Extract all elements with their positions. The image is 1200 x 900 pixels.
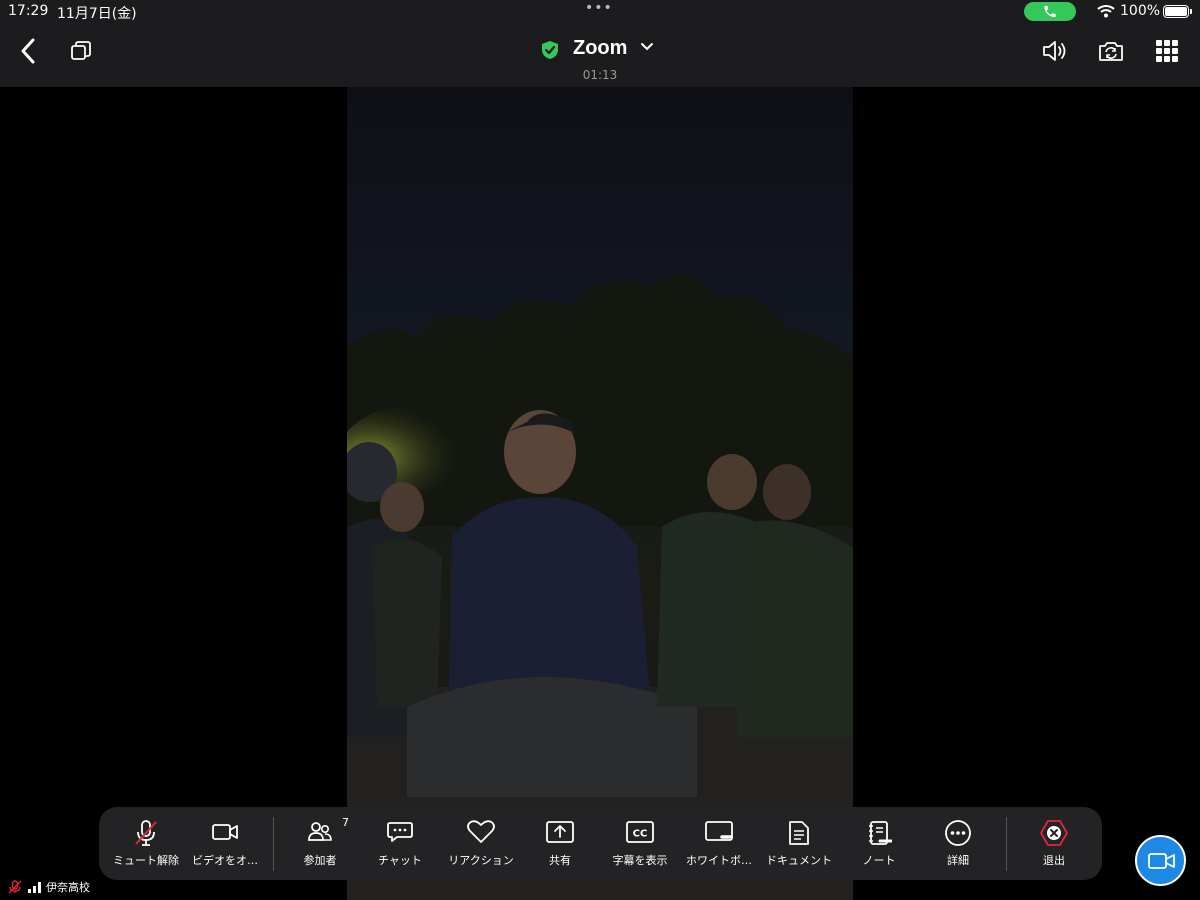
- chat-button[interactable]: チャット: [365, 807, 435, 880]
- start-video-button[interactable]: ビデオをオ…: [187, 807, 263, 880]
- battery-tip: [1190, 9, 1192, 14]
- meeting-controls: ミュート解除 ビデオをオ… 7 参加者 チャット リアクション 共有 CC 字幕…: [99, 807, 1102, 880]
- participants-label: 参加者: [303, 854, 337, 867]
- participant-video[interactable]: [347, 87, 853, 900]
- battery-percent: 100%: [1120, 3, 1161, 19]
- self-view-button[interactable]: [1135, 835, 1186, 886]
- whiteboard-label: ホワイトボ…: [686, 854, 752, 867]
- unmute-label: ミュート解除: [113, 854, 179, 867]
- whiteboard-button[interactable]: ホワイトボ…: [682, 807, 756, 880]
- wifi-icon: [1097, 5, 1115, 18]
- video-camera-icon: [1148, 853, 1175, 869]
- toolbar-divider: [1006, 817, 1007, 871]
- whiteboard-icon: [705, 821, 733, 841]
- chat-icon: [387, 822, 413, 842]
- battery-icon: [1163, 5, 1189, 18]
- documents-label: ドキュメント: [766, 854, 832, 867]
- share-label: 共有: [549, 854, 571, 867]
- more-button[interactable]: 詳細: [923, 807, 993, 880]
- svg-text:CC: CC: [633, 829, 648, 840]
- participants-count-badge: 7: [342, 816, 349, 829]
- speaker-icon[interactable]: [1042, 39, 1068, 63]
- share-icon: [546, 821, 574, 843]
- mic-muted-icon: [8, 880, 22, 894]
- signal-strength-icon: [28, 882, 41, 893]
- multitask-dots[interactable]: •••: [585, 0, 613, 16]
- more-label: 詳細: [947, 854, 969, 867]
- status-time: 17:29: [8, 3, 49, 19]
- phone-icon: [1044, 5, 1056, 18]
- meeting-title: Zoom: [573, 37, 628, 59]
- notes-label: ノート: [862, 854, 896, 867]
- shield-check-icon: [542, 41, 558, 59]
- toolbar-divider: [273, 817, 274, 871]
- participant-name: 伊奈高校: [46, 881, 90, 894]
- document-icon: [789, 821, 809, 845]
- copy-window-icon[interactable]: [70, 40, 92, 62]
- documents-button[interactable]: ドキュメント: [761, 807, 837, 880]
- notes-icon: [869, 821, 892, 845]
- leave-label: 退出: [1043, 854, 1065, 867]
- start-video-label: ビデオをオ…: [192, 854, 258, 867]
- captions-button[interactable]: CC 字幕を表示: [604, 807, 676, 880]
- meeting-timer: 01:13: [582, 68, 618, 82]
- meeting-title-menu[interactable]: Zoom: [540, 34, 660, 64]
- captions-label: 字幕を表示: [612, 854, 668, 867]
- status-date: 11月7日(金): [57, 6, 137, 22]
- leave-icon: [1040, 820, 1068, 846]
- participants-button[interactable]: 7 参加者: [285, 807, 355, 880]
- camera-switch-icon[interactable]: [1097, 39, 1125, 63]
- unmute-button[interactable]: ミュート解除: [107, 807, 185, 880]
- mic-muted-icon: [135, 820, 157, 846]
- more-icon: [945, 820, 971, 846]
- chat-label: チャット: [378, 854, 422, 867]
- video-stage[interactable]: [0, 87, 1200, 900]
- video-scene-image: [347, 274, 853, 900]
- heart-icon: [467, 820, 495, 843]
- chevron-down-icon: [641, 43, 653, 51]
- meeting-header: Zoom 01:13: [0, 24, 1200, 87]
- leave-button[interactable]: 退出: [1019, 807, 1089, 880]
- participants-icon: [308, 822, 332, 841]
- reactions-button[interactable]: リアクション: [442, 807, 520, 880]
- reactions-label: リアクション: [448, 854, 514, 867]
- active-call-pill[interactable]: [1024, 2, 1076, 21]
- video-camera-icon: [212, 824, 238, 840]
- share-button[interactable]: 共有: [525, 807, 595, 880]
- notes-button[interactable]: ノート: [844, 807, 914, 880]
- grid-icon[interactable]: [1156, 40, 1178, 62]
- status-bar: 17:29 11月7日(金) ••• 100%: [0, 0, 1200, 24]
- captions-icon: CC: [626, 821, 654, 843]
- chevron-left-icon[interactable]: [18, 37, 38, 65]
